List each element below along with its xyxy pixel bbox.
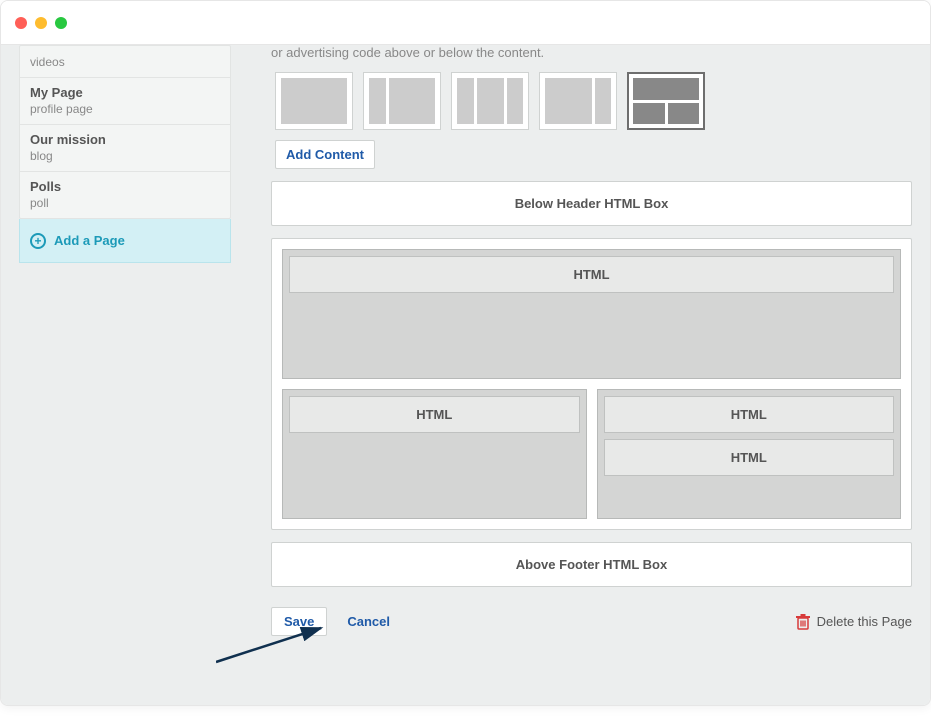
app-content: videos My Page profile page Our mission …	[1, 45, 930, 705]
add-page-label: Add a Page	[54, 233, 125, 248]
sidebar-item-title: Polls	[30, 179, 220, 194]
add-content-button[interactable]: Add Content	[275, 140, 375, 169]
html-block[interactable]: HTML	[289, 256, 894, 293]
layout-region-top[interactable]: HTML	[282, 249, 901, 379]
main-panel: or advertising code above or below the c…	[271, 45, 912, 636]
above-footer-box[interactable]: Above Footer HTML Box	[271, 542, 912, 587]
sidebar-item-my-page[interactable]: My Page profile page	[20, 77, 230, 124]
minimize-window-icon[interactable]	[35, 17, 47, 29]
close-window-icon[interactable]	[15, 17, 27, 29]
maximize-window-icon[interactable]	[55, 17, 67, 29]
trash-icon	[795, 613, 811, 631]
page-list: videos My Page profile page Our mission …	[19, 45, 231, 219]
window-controls	[15, 17, 67, 29]
sidebar-item-sub: blog	[30, 149, 220, 163]
html-block[interactable]: HTML	[289, 396, 580, 433]
browser-window: videos My Page profile page Our mission …	[0, 0, 931, 706]
delete-page-label: Delete this Page	[817, 614, 912, 629]
sidebar-item-title: My Page	[30, 85, 220, 100]
layout-option-two-col-left[interactable]	[363, 72, 441, 130]
layout-canvas: HTML HTML HTML HTML	[271, 238, 912, 530]
layout-option-three-col[interactable]	[451, 72, 529, 130]
sidebar-item-title: Our mission	[30, 132, 220, 147]
layout-option-header-two-col[interactable]	[627, 72, 705, 130]
add-page-button[interactable]: + Add a Page	[19, 219, 231, 263]
cancel-link[interactable]: Cancel	[347, 614, 390, 629]
sidebar-item-sub: videos	[30, 55, 220, 69]
sidebar-item-sub: profile page	[30, 102, 220, 116]
action-row: Save Cancel	[271, 607, 912, 636]
layout-region-bottom-left[interactable]: HTML	[282, 389, 587, 519]
sidebar-item-videos[interactable]: videos	[20, 46, 230, 77]
plus-circle-icon: +	[30, 233, 46, 249]
delete-page-link[interactable]: Delete this Page	[795, 613, 912, 631]
below-header-box[interactable]: Below Header HTML Box	[271, 181, 912, 226]
sidebar-item-polls[interactable]: Polls poll	[20, 171, 230, 218]
sidebar-item-sub: poll	[30, 196, 220, 210]
browser-titlebar	[1, 1, 930, 45]
layout-options	[271, 72, 912, 130]
html-block[interactable]: HTML	[604, 439, 895, 476]
sidebar: videos My Page profile page Our mission …	[19, 45, 231, 263]
layout-option-two-col-right[interactable]	[539, 72, 617, 130]
description-text: or advertising code above or below the c…	[271, 45, 912, 60]
sidebar-item-our-mission[interactable]: Our mission blog	[20, 124, 230, 171]
html-block[interactable]: HTML	[604, 396, 895, 433]
layout-option-single[interactable]	[275, 72, 353, 130]
layout-region-bottom-right[interactable]: HTML HTML	[597, 389, 902, 519]
save-button[interactable]: Save	[271, 607, 327, 636]
